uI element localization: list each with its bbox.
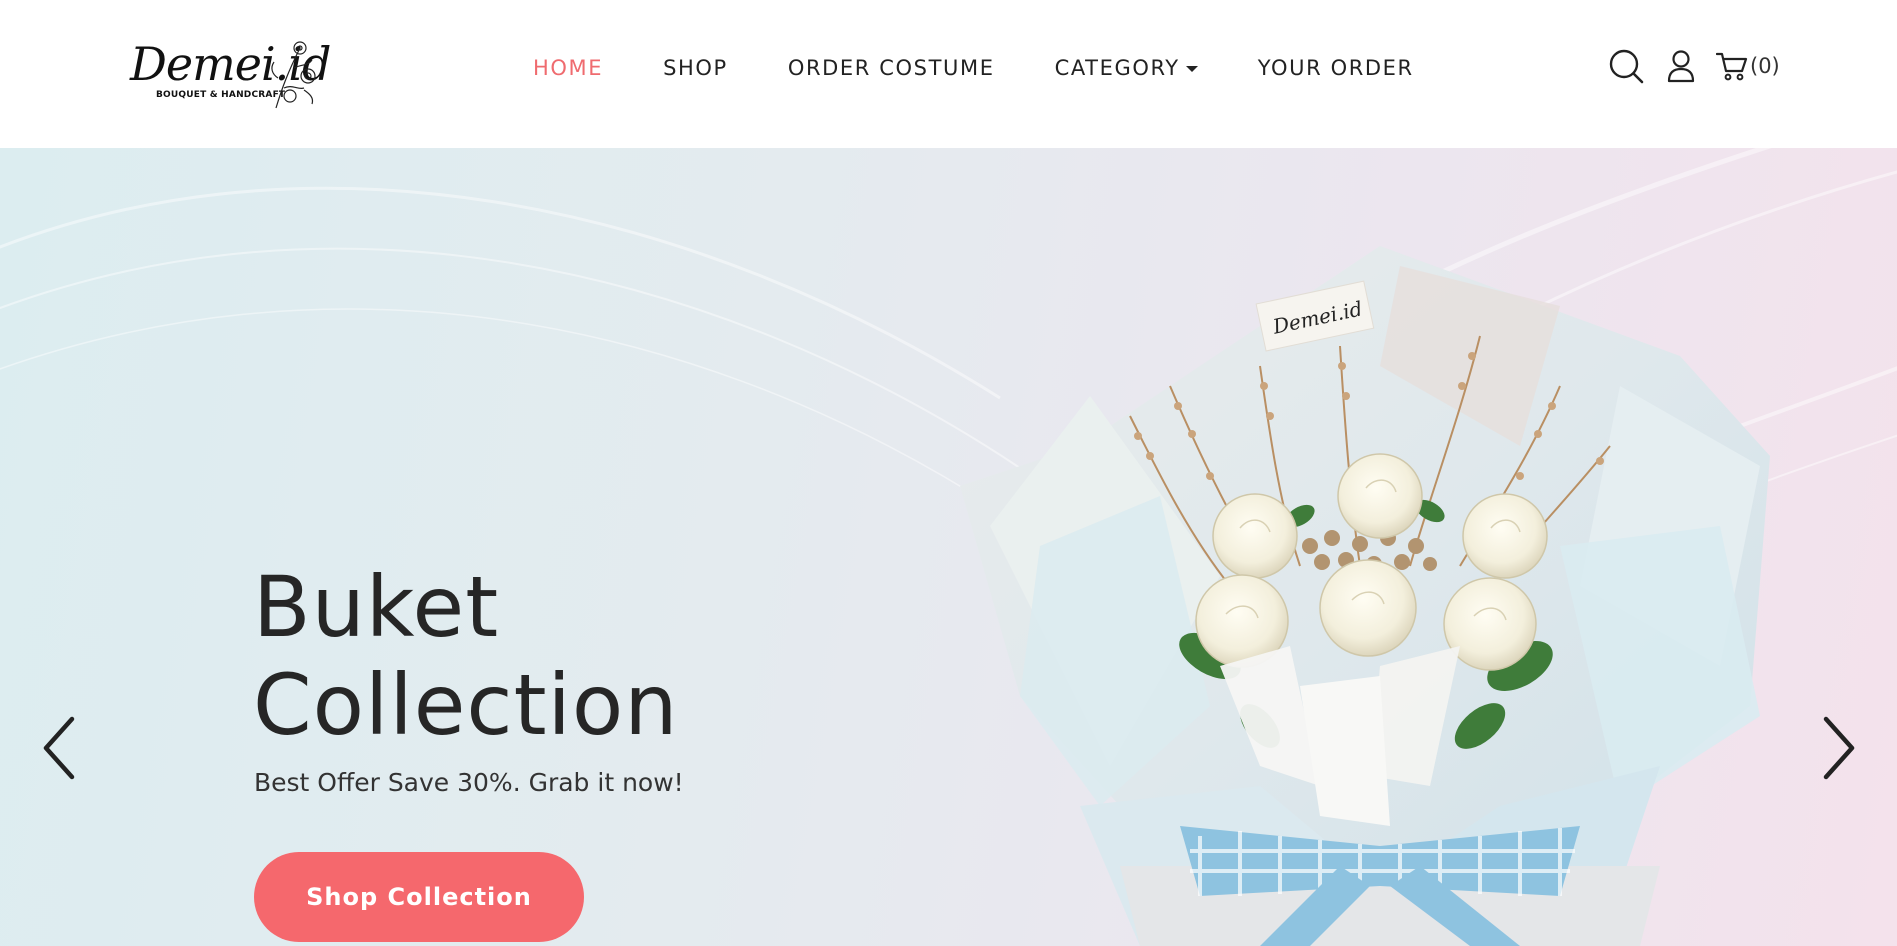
search-icon[interactable] bbox=[1608, 48, 1644, 84]
header-actions: (0) bbox=[1608, 48, 1780, 84]
user-icon[interactable] bbox=[1666, 49, 1696, 83]
hero-title-line1: Buket bbox=[253, 558, 500, 656]
bouquet-image: Demei.id bbox=[960, 246, 1770, 946]
cart-count: (0) bbox=[1750, 54, 1780, 78]
nav-shop[interactable]: SHOP bbox=[663, 56, 728, 80]
slider-prev-button[interactable] bbox=[36, 713, 86, 783]
hero-title-line2: Collection bbox=[253, 656, 679, 754]
nav-shop-label: SHOP bbox=[663, 56, 728, 80]
nav-category-label: CATEGORY bbox=[1054, 56, 1180, 80]
slider-next-button[interactable] bbox=[1812, 713, 1862, 783]
nav-home-label: HOME bbox=[533, 56, 604, 80]
main-nav: HOME SHOP ORDER COSTUME CATEGORY YOUR OR… bbox=[533, 56, 1414, 80]
caret-down-icon bbox=[1185, 66, 1198, 72]
nav-home[interactable]: HOME bbox=[533, 56, 603, 80]
cart-button[interactable]: (0) bbox=[1716, 51, 1780, 81]
chevron-left-icon bbox=[43, 716, 75, 780]
hero-title: Buket Collection bbox=[253, 558, 773, 754]
chevron-right-icon bbox=[1823, 716, 1855, 780]
nav-order-costume[interactable]: ORDER COSTUME bbox=[788, 56, 995, 80]
nav-category[interactable]: CATEGORY bbox=[1055, 56, 1198, 80]
hero-slider: Demei.id Buket Collection Best Offer Sav… bbox=[0, 148, 1897, 946]
hero-subtitle: Best Offer Save 30%. Grab it now! bbox=[254, 768, 684, 797]
brand-logo[interactable]: Demei.id BOUQUET & HANDCRAFT bbox=[130, 36, 331, 112]
nav-order-costume-label: ORDER COSTUME bbox=[787, 56, 995, 80]
cart-icon bbox=[1716, 52, 1748, 81]
flower-icon bbox=[271, 41, 316, 109]
nav-your-order-label: YOUR ORDER bbox=[1257, 56, 1414, 80]
nav-your-order[interactable]: YOUR ORDER bbox=[1258, 56, 1414, 80]
shop-collection-button[interactable]: Shop Collection bbox=[254, 852, 584, 942]
site-header: Demei.id BOUQUET & HANDCRAFT HOME SHOP O… bbox=[0, 0, 1897, 148]
